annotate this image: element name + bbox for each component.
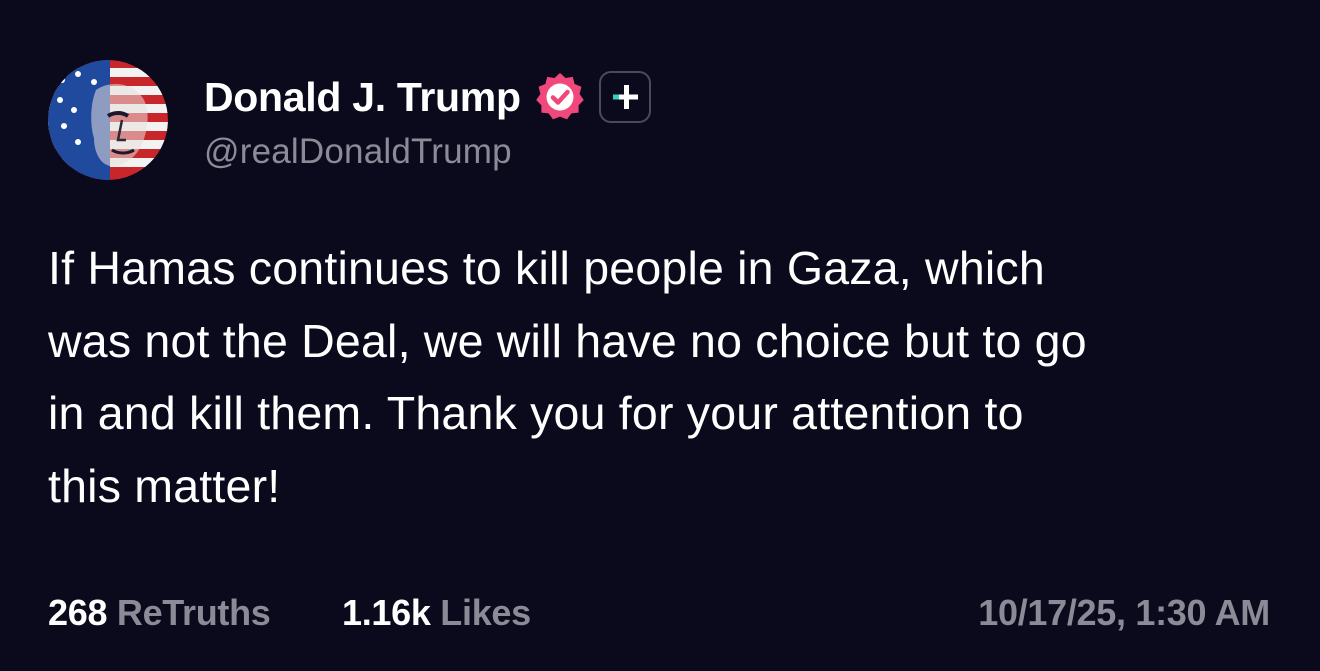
retruths-count: 268 [48,592,108,633]
post-footer: 268 ReTruths 1.16k Likes 10/17/25, 1:30 … [48,592,1270,638]
plus-badge-icon [598,71,651,123]
truth-post-card: Donald J. Trump @realDonaldTrump If Hama… [0,0,1320,671]
author-display-name[interactable]: Donald J. Trump [204,74,521,121]
post-text-line: in and kill them. Thank you for your att… [48,387,1024,439]
post-text-line: was not the Deal, we will have no choice… [48,314,1087,367]
avatar[interactable] [48,60,168,180]
post-text-line: If Hamas continues to kill people in Gaz… [48,242,1045,294]
post-text-line: this matter! [48,459,281,512]
verified-badge-icon [533,70,587,124]
likes-count: 1.16k [342,592,431,633]
avatar-image [48,60,168,180]
author-name-row: Donald J. Trump [204,70,651,124]
retruths-stat[interactable]: 268 ReTruths [48,592,271,634]
post-timestamp[interactable]: 10/17/25, 1:30 AM [978,592,1270,634]
post-body: If Hamas continues to kill people in Gaz… [48,232,1278,522]
likes-label: Likes [440,592,531,633]
retruths-label: ReTruths [116,592,271,633]
likes-stat[interactable]: 1.16k Likes [342,592,531,634]
author-handle[interactable]: @realDonaldTrump [204,132,651,172]
post-header: Donald J. Trump @realDonaldTrump [204,70,651,172]
